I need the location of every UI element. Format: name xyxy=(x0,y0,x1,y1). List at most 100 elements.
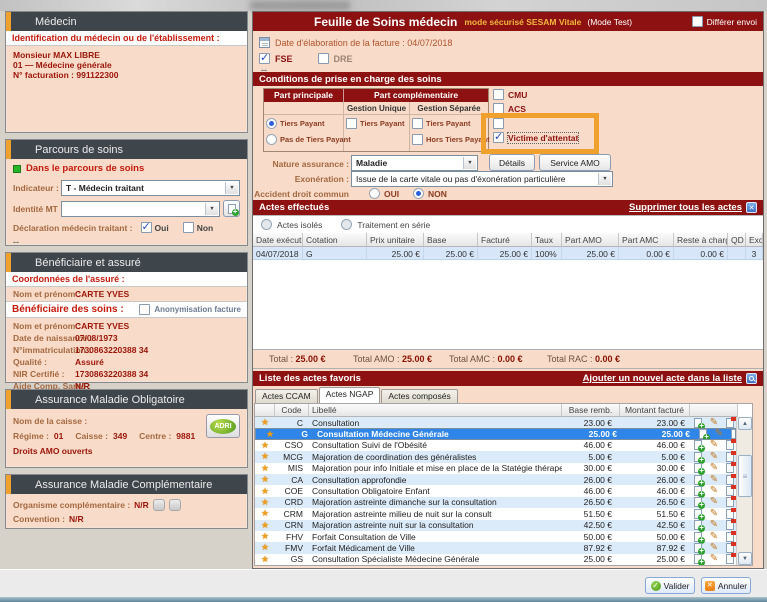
favoris-row[interactable]: ★CSOConsultation Suivi de l'Obésité46.00… xyxy=(255,440,736,451)
add-acte-icon[interactable] xyxy=(690,452,706,462)
tab-actes-ccam[interactable]: Actes CCAM xyxy=(255,389,318,403)
favorite-star-icon[interactable]: ★ xyxy=(255,441,275,450)
edit-acte-icon[interactable]: ✎ xyxy=(706,554,722,564)
favoris-row[interactable]: ★MCGMajoration de coordination des génér… xyxy=(255,451,736,462)
favoris-row[interactable]: ★CRNMajoration astreinte nuit sur la con… xyxy=(255,520,736,531)
add-acte-icon[interactable] xyxy=(690,497,706,507)
accident-non-radio[interactable] xyxy=(413,188,424,199)
favorite-star-icon[interactable]: ★ xyxy=(255,555,275,564)
scrollbar-thumb[interactable]: ≡ xyxy=(738,455,752,497)
favorite-star-icon[interactable]: ★ xyxy=(255,464,275,473)
edit-acte-icon[interactable]: ✎ xyxy=(711,429,727,439)
favoris-row[interactable]: ★CAConsultation approfondie26.00 €26.00 … xyxy=(255,474,736,485)
valider-button[interactable]: ✓ Valider xyxy=(645,577,695,594)
favorite-star-icon[interactable]: ★ xyxy=(255,452,275,461)
delete-acte-icon[interactable] xyxy=(722,543,736,553)
delete-acte-icon[interactable] xyxy=(722,497,736,507)
differer-envoi-checkbox[interactable] xyxy=(692,16,703,27)
accident-oui-radio[interactable] xyxy=(369,188,380,199)
delete-acte-icon[interactable] xyxy=(722,418,736,428)
organisme-search-button[interactable] xyxy=(153,499,165,511)
exoneration-select[interactable]: Issue de la carte vitale ou pas d'éxonér… xyxy=(351,171,613,187)
favoris-row[interactable]: ★COEConsultation Obligatoire Enfant46.00… xyxy=(255,485,736,496)
add-acte-icon[interactable] xyxy=(690,509,706,519)
dre-checkbox[interactable] xyxy=(318,53,329,64)
victime-attentat-checkbox[interactable] xyxy=(493,132,504,143)
favorite-star-icon[interactable]: ★ xyxy=(255,418,275,427)
add-acte-icon[interactable] xyxy=(695,429,711,439)
annuler-button[interactable]: ✕ Annuler xyxy=(701,577,751,594)
gu-tiers-payant-checkbox[interactable] xyxy=(346,118,357,129)
favoris-row[interactable]: ★GConsultation Médecine Générale25.00 €2… xyxy=(255,428,736,439)
gs-tiers-payant-checkbox[interactable] xyxy=(412,118,423,129)
favoris-scrollbar[interactable]: ▲ ≡ ▼ xyxy=(736,417,752,565)
delete-acte-icon[interactable] xyxy=(722,509,736,519)
add-acte-icon[interactable] xyxy=(690,463,706,473)
favoris-row[interactable]: ★CConsultation23.00 €23.00 €✎ xyxy=(255,417,736,428)
favorite-star-icon[interactable]: ★ xyxy=(255,509,275,518)
fse-checkbox[interactable] xyxy=(259,53,270,64)
chevron-down-icon[interactable]: ▼ xyxy=(463,157,476,169)
delete-acte-icon[interactable] xyxy=(722,440,736,450)
edit-acte-icon[interactable]: ✎ xyxy=(706,520,722,530)
indicateur-select[interactable]: T - Médecin traitant ▼ xyxy=(61,180,240,196)
edit-acte-icon[interactable]: ✎ xyxy=(706,418,722,428)
edit-acte-icon[interactable]: ✎ xyxy=(706,463,722,473)
gs-hors-tiers-payant-checkbox[interactable] xyxy=(412,134,423,145)
favoris-row[interactable]: ★CRMMajoration astreinte milieu de nuit … xyxy=(255,508,736,519)
organisme-clear-button[interactable] xyxy=(169,499,181,511)
cmu-checkbox[interactable] xyxy=(493,89,504,100)
calendar-icon[interactable] xyxy=(259,37,270,48)
acte-row-selected[interactable]: 04/07/2018G25.00 €25.00 €25.00 €100%25.0… xyxy=(253,247,763,260)
tiers-payant-radio[interactable] xyxy=(266,118,277,129)
edit-acte-icon[interactable]: ✎ xyxy=(706,475,722,485)
supprimer-actes-link[interactable]: Supprimer tous les actes xyxy=(629,202,742,213)
search-icon[interactable] xyxy=(746,373,757,384)
delete-acte-icon[interactable] xyxy=(722,452,736,462)
nature-assurance-select[interactable]: Maladie ▼ xyxy=(351,155,478,171)
favorite-star-icon[interactable]: ★ xyxy=(255,498,275,507)
pas-tiers-payant-radio[interactable] xyxy=(266,134,277,145)
traitement-serie-radio[interactable] xyxy=(341,219,352,230)
anonymisation-checkbox[interactable] xyxy=(139,304,150,315)
chevron-down-icon[interactable]: ▼ xyxy=(205,203,218,215)
delete-acte-icon[interactable] xyxy=(727,429,736,439)
add-acte-icon[interactable] xyxy=(690,554,706,564)
edit-acte-icon[interactable]: ✎ xyxy=(706,509,722,519)
edit-acte-icon[interactable]: ✎ xyxy=(706,452,722,462)
delete-acte-icon[interactable] xyxy=(722,554,736,564)
delete-acte-icon[interactable] xyxy=(722,520,736,530)
adri-button[interactable]: ADRI xyxy=(206,414,240,438)
favoris-row[interactable]: ★FHVForfait Consultation de Ville50.00 €… xyxy=(255,531,736,542)
add-medecin-traitant-button[interactable] xyxy=(223,200,240,217)
edit-acte-icon[interactable]: ✎ xyxy=(706,543,722,553)
favoris-row[interactable]: ★CRDMajoration astreinte dimanche sur la… xyxy=(255,497,736,508)
favorite-star-icon[interactable]: ★ xyxy=(255,475,275,484)
favorite-star-icon[interactable]: ★ xyxy=(255,521,275,530)
declaration-oui-checkbox[interactable] xyxy=(141,222,152,233)
chevron-down-icon[interactable]: ▼ xyxy=(225,182,238,194)
favorite-star-icon[interactable]: ★ xyxy=(255,543,275,552)
ajouter-acte-link[interactable]: Ajouter un nouvel acte dans la liste xyxy=(583,373,742,384)
identite-mt-select[interactable]: ▼ xyxy=(61,201,220,217)
edit-acte-icon[interactable]: ✎ xyxy=(706,497,722,507)
chevron-down-icon[interactable]: ▼ xyxy=(598,173,611,185)
favorite-star-icon[interactable]: ★ xyxy=(260,430,280,439)
favorite-star-icon[interactable]: ★ xyxy=(255,487,275,496)
service-amo-button[interactable]: Service AMO xyxy=(539,154,611,171)
scroll-down-icon[interactable]: ▼ xyxy=(738,552,752,565)
edit-acte-icon[interactable]: ✎ xyxy=(706,440,722,450)
delete-acte-icon[interactable] xyxy=(722,532,736,542)
tab-actes-ngap[interactable]: Actes NGAP xyxy=(319,387,381,403)
delete-acte-icon[interactable] xyxy=(722,486,736,496)
delete-acte-icon[interactable] xyxy=(722,463,736,473)
add-acte-icon[interactable] xyxy=(690,440,706,450)
favorite-star-icon[interactable]: ★ xyxy=(255,532,275,541)
declaration-non-checkbox[interactable] xyxy=(183,222,194,233)
add-acte-icon[interactable] xyxy=(690,486,706,496)
favoris-row[interactable]: ★GSConsultation Spécialiste Médecine Gén… xyxy=(255,554,736,565)
tab-actes-compos-s[interactable]: Actes composés xyxy=(381,389,457,403)
details-button[interactable]: Détails xyxy=(489,154,535,171)
add-acte-icon[interactable] xyxy=(690,418,706,428)
add-acte-icon[interactable] xyxy=(690,475,706,485)
